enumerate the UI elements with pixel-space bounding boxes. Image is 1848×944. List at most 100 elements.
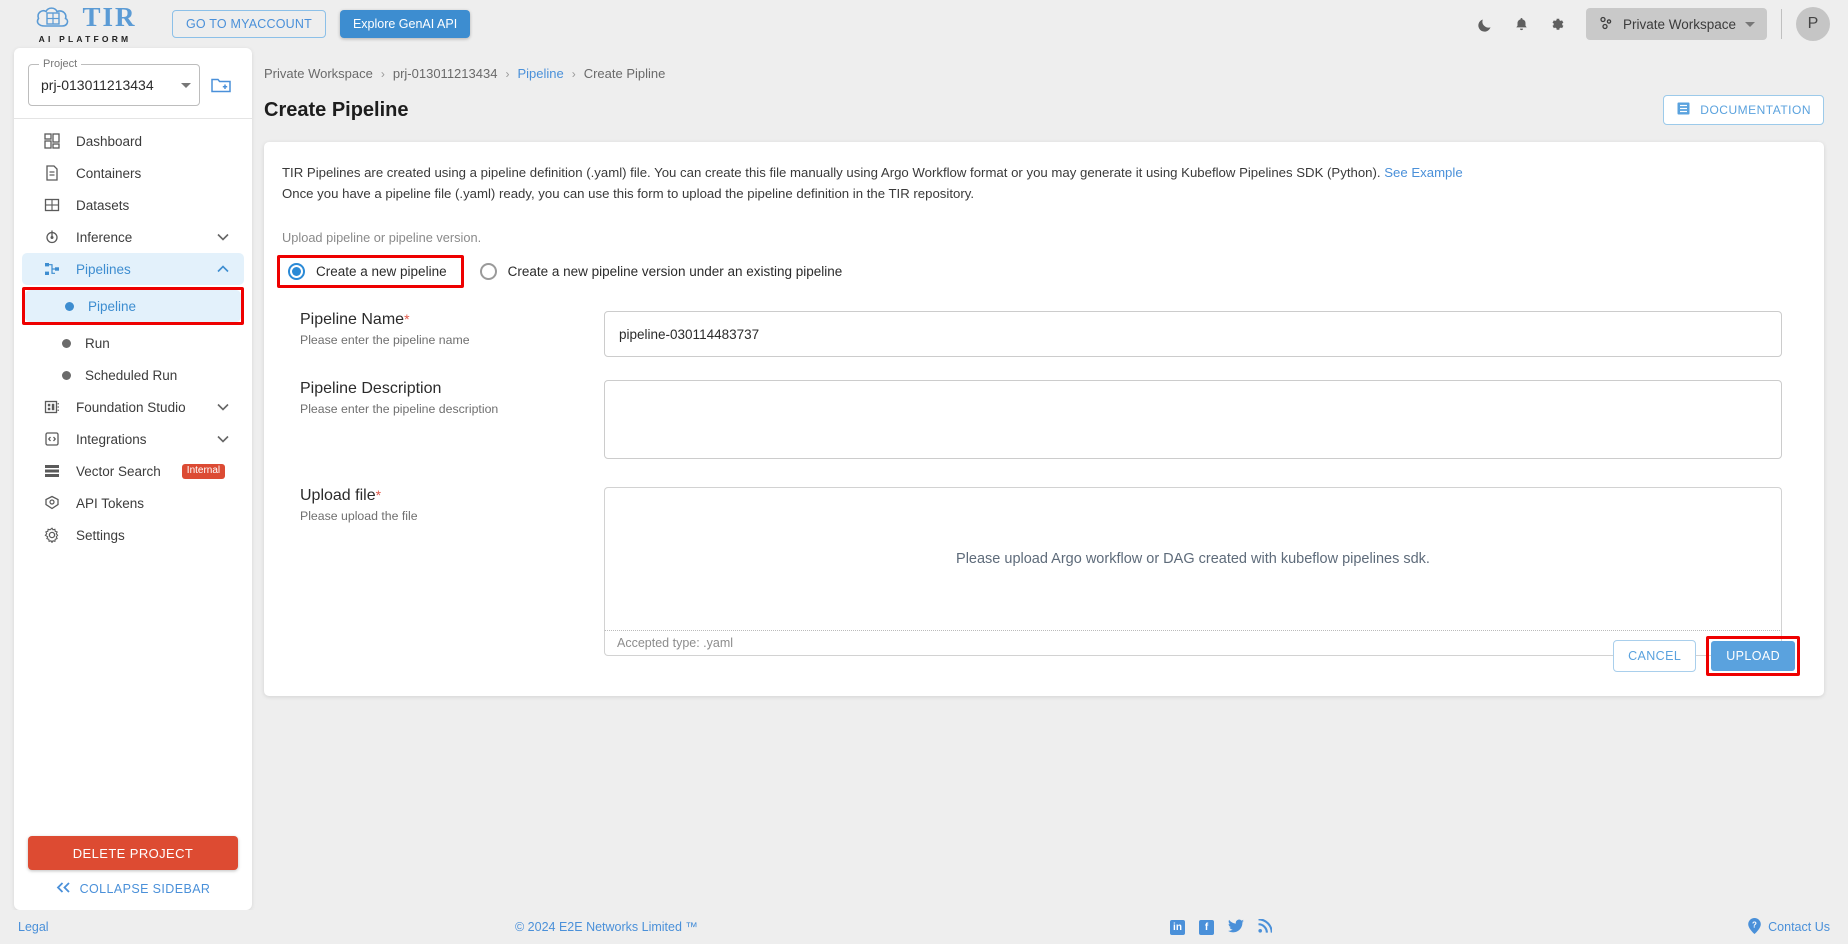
tir-logo[interactable]: TIR AI PLATFORM [26, 4, 144, 44]
intro-line-1: TIR Pipelines are created using a pipeli… [282, 165, 1381, 180]
grid-icon [42, 197, 62, 213]
copyright-text: © 2024 E2E Networks Limited ™ [515, 920, 698, 934]
sidebar-subitem-label: Pipeline [88, 298, 137, 314]
sidebar-item-label: Foundation Studio [76, 399, 186, 415]
upload-button[interactable]: UPLOAD [1711, 641, 1795, 671]
go-to-myaccount-button[interactable]: GO TO MYACCOUNT [172, 10, 326, 38]
sidebar-item-datasets[interactable]: Datasets [22, 189, 244, 221]
sidebar-item-run[interactable]: Run [22, 327, 244, 359]
pipelines-icon [42, 261, 62, 277]
file-dropzone[interactable]: Please upload Argo workflow or DAG creat… [604, 487, 1782, 630]
breadcrumb-separator: › [380, 66, 385, 81]
chevron-double-left-icon [56, 882, 71, 896]
upload-file-labels: Upload file* Please upload the file [282, 487, 604, 656]
upload-section-note: Upload pipeline or pipeline version. [282, 230, 482, 245]
sidebar-item-label: Datasets [76, 197, 130, 213]
sidebar-item-label: Pipelines [76, 261, 131, 277]
intro-line-2: Once you have a pipeline file (.yaml) re… [282, 186, 974, 201]
vector-search-icon [42, 463, 62, 479]
pipeline-description-input-wrap [604, 380, 1806, 464]
project-legend: Project [39, 58, 82, 70]
legal-link[interactable]: Legal [18, 920, 49, 934]
documentation-icon [1676, 101, 1691, 119]
footer: Legal © 2024 E2E Networks Limited ™ in f… [0, 910, 1848, 944]
page-title: Create Pipeline [264, 98, 409, 121]
bullet-icon [65, 301, 74, 311]
linkedin-icon[interactable]: in [1170, 919, 1185, 935]
project-selector-block: Project prj-013011213434 [14, 48, 252, 118]
sidebar-item-scheduled-run[interactable]: Scheduled Run [22, 359, 244, 391]
avatar[interactable]: P [1796, 7, 1830, 41]
explore-genai-api-button[interactable]: Explore GenAI API [339, 10, 471, 38]
sidebar-item-pipeline[interactable]: Pipeline [25, 290, 241, 322]
sidebar-item-inference[interactable]: Inference [22, 221, 244, 253]
breadcrumb-separator: › [571, 66, 576, 81]
new-project-icon[interactable] [208, 72, 234, 98]
document-icon [42, 165, 62, 181]
sidebar-item-dashboard[interactable]: Dashboard [22, 125, 244, 157]
documentation-button[interactable]: DOCUMENTATION [1663, 95, 1824, 125]
pipeline-name-input[interactable] [604, 311, 1782, 357]
contact-us-link[interactable]: ? Contact Us [1747, 917, 1830, 937]
token-icon [42, 495, 62, 511]
radio-create-new-version[interactable]: Create a new pipeline version under an e… [479, 263, 843, 280]
upload-file-hint: Please upload the file [300, 509, 418, 523]
pipeline-description-textarea[interactable] [604, 380, 1782, 459]
delete-project-button[interactable]: DELETE PROJECT [28, 836, 238, 870]
see-example-link[interactable]: See Example [1384, 165, 1462, 180]
breadcrumb-item-pipeline[interactable]: Pipeline [517, 66, 563, 81]
cancel-button[interactable]: CANCEL [1613, 640, 1697, 672]
topbar-divider [1781, 9, 1782, 39]
inference-icon [42, 229, 62, 245]
required-asterisk: * [404, 311, 410, 327]
sidebar-item-foundation-studio[interactable]: Foundation Studio [22, 391, 244, 423]
radio-unselected-icon [479, 263, 497, 280]
upload-file-label: Upload file* [300, 487, 604, 505]
intro-paragraph: TIR Pipelines are created using a pipeli… [282, 162, 1806, 204]
pipeline-mode-radio-group: Create a new pipeline Create a new pipel… [277, 255, 1806, 288]
sidebar-item-integrations[interactable]: Integrations [22, 423, 244, 455]
chevron-down-icon [216, 435, 230, 443]
pipeline-name-hint: Please enter the pipeline name [300, 333, 470, 347]
upload-button-annotation: UPLOAD [1706, 636, 1800, 676]
social-links: in f [1170, 917, 1273, 936]
pipeline-description-row: Pipeline Description Please enter the pi… [282, 380, 1806, 464]
sidebar-item-label: Vector Search [76, 463, 161, 479]
sidebar-item-settings[interactable]: Settings [22, 519, 244, 551]
radio-label: Create a new pipeline version under an e… [507, 264, 843, 279]
workspace-icon [1598, 15, 1614, 34]
main-content: Private Workspace › prj-013011213434 › P… [252, 48, 1848, 910]
facebook-icon[interactable]: f [1199, 919, 1214, 935]
sidebar-item-label: Settings [76, 527, 125, 543]
cloud-logo-icon [33, 5, 77, 31]
upload-dropzone-wrap: Please upload Argo workflow or DAG creat… [604, 487, 1806, 656]
create-pipeline-card: TIR Pipelines are created using a pipeli… [264, 142, 1824, 696]
gear-icon[interactable] [1540, 6, 1576, 42]
sidebar-subitem-label: Run [85, 335, 110, 351]
moon-icon[interactable] [1468, 6, 1504, 42]
page-header: Create Pipeline DOCUMENTATION [252, 81, 1848, 125]
sidebar-item-containers[interactable]: Containers [22, 157, 244, 189]
workspace-selector[interactable]: Private Workspace [1585, 8, 1767, 40]
settings-icon [42, 527, 62, 543]
sidebar-item-vector-search[interactable]: Vector Search Internal [22, 455, 244, 487]
sidebar-divider [14, 118, 252, 119]
rss-icon[interactable] [1258, 917, 1273, 936]
create-new-pipeline-annotation: Create a new pipeline [277, 255, 464, 288]
radio-create-new-pipeline[interactable]: Create a new pipeline [288, 263, 447, 280]
twitter-icon[interactable] [1228, 919, 1244, 936]
bell-icon[interactable] [1504, 6, 1540, 42]
chevron-down-icon [216, 233, 230, 241]
breadcrumb-item-create: Create Pipline [583, 66, 666, 81]
bullet-icon [62, 338, 71, 348]
sidebar-item-api-tokens[interactable]: API Tokens [22, 487, 244, 519]
required-asterisk: * [375, 487, 382, 503]
sidebar-item-label: Inference [76, 229, 133, 245]
pipeline-name-row: Pipeline Name* Please enter the pipeline… [282, 311, 1806, 357]
chevron-up-icon [216, 265, 230, 273]
collapse-sidebar-button[interactable]: COLLAPSE SIDEBAR [14, 882, 252, 896]
breadcrumb-item-workspace: Private Workspace [264, 66, 373, 81]
project-select[interactable]: Project prj-013011213434 [28, 58, 200, 106]
sidebar-item-pipelines[interactable]: Pipelines [22, 253, 244, 285]
collapse-sidebar-label: COLLAPSE SIDEBAR [79, 882, 211, 896]
